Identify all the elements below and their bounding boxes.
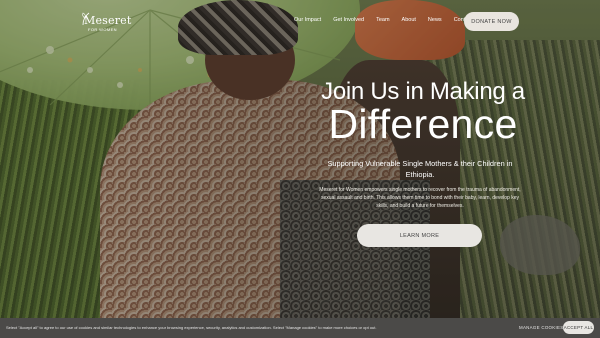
cookie-text: Select "Accept all" to agree to our use … bbox=[6, 325, 377, 330]
learn-more-button[interactable]: LEARN MORE bbox=[357, 224, 482, 247]
logo-tagline: FOR WOMEN bbox=[88, 27, 117, 32]
nav-item-team[interactable]: Team bbox=[376, 17, 389, 23]
nav-item-news[interactable]: News bbox=[428, 17, 442, 23]
main-nav: Our Impact Get Involved Team About News … bbox=[294, 17, 485, 23]
hero-description: Meseret for Women empowers single mother… bbox=[319, 187, 521, 210]
accept-all-button[interactable]: ACCEPT ALL bbox=[563, 321, 594, 334]
site-logo[interactable]: Meseret FOR WOMEN bbox=[80, 12, 131, 34]
nav-item-our-impact[interactable]: Our Impact bbox=[294, 17, 321, 23]
manage-cookies-button[interactable]: MANAGE COOKIES bbox=[519, 325, 563, 330]
nav-item-get-involved[interactable]: Get Involved bbox=[333, 17, 364, 23]
nav-item-about[interactable]: About bbox=[402, 17, 416, 23]
cookie-banner: Select "Accept all" to agree to our use … bbox=[0, 318, 600, 338]
hero-headline-line2: Difference bbox=[328, 101, 518, 147]
donate-button[interactable]: DONATE NOW bbox=[464, 12, 519, 31]
logo-title: Meseret bbox=[84, 14, 132, 27]
hero-subheading: Supporting Vulnerable Single Mothers & t… bbox=[327, 159, 513, 179]
